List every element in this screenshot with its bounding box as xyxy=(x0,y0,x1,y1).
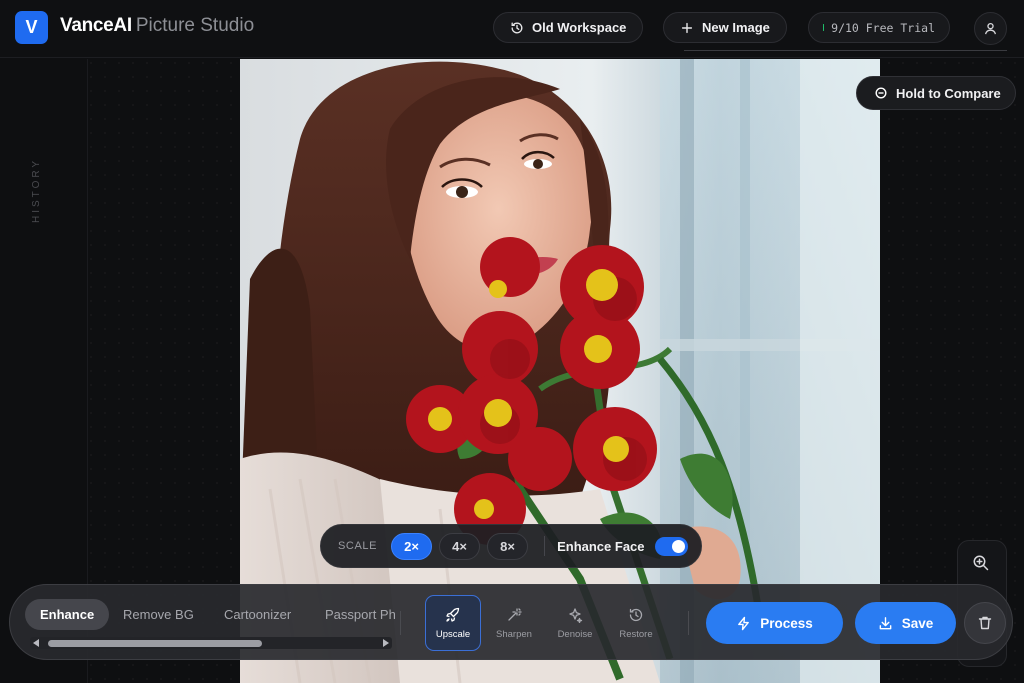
tab-cartoonizer[interactable]: Cartoonizer xyxy=(209,599,306,630)
brand-name: VanceAI xyxy=(60,15,132,36)
delete-button[interactable] xyxy=(964,602,1006,644)
rocket-icon xyxy=(446,607,460,622)
save-label: Save xyxy=(901,615,934,631)
download-icon xyxy=(879,616,892,629)
history-icon xyxy=(629,608,643,621)
new-image-label: New Image xyxy=(702,20,770,35)
tool-restore-label: Restore xyxy=(619,628,653,640)
tool-denoise-label: Denoise xyxy=(557,628,593,640)
tab-passport-photo[interactable]: Passport Photo xyxy=(310,599,395,630)
top-bar: V VanceAI Picture Studio Old Workspace Ne… xyxy=(0,0,1024,58)
scale-label: SCALE xyxy=(338,540,378,552)
zoom-in-icon xyxy=(973,555,989,571)
sparkle-icon xyxy=(569,607,583,623)
toggle-knob xyxy=(671,539,685,553)
history-icon xyxy=(511,22,523,33)
app-root: V VanceAI Picture Studio Old Workspace Ne… xyxy=(0,0,1024,683)
history-label: HISTORY xyxy=(31,157,42,223)
free-trial-badge[interactable]: 9/10 Free Trial xyxy=(808,12,950,43)
zoom-in-button[interactable] xyxy=(972,554,990,577)
tool-upscale-label: Upscale xyxy=(435,628,471,640)
scale-bar: SCALE 2× 4× 8× Enhance Face xyxy=(320,524,702,568)
tool-denoise[interactable]: Denoise xyxy=(547,595,603,651)
old-workspace-label: Old Workspace xyxy=(532,20,627,35)
tabs-scrollbar[interactable] xyxy=(30,637,392,649)
feature-tabs: Enhance Remove BG Cartoonizer Passport P… xyxy=(25,595,395,635)
save-button[interactable]: Save xyxy=(855,602,956,644)
toolbar-divider xyxy=(400,611,401,635)
user-avatar-button[interactable] xyxy=(974,12,1007,45)
scale-2x-button[interactable]: 2× xyxy=(391,532,433,560)
scale-4x-button[interactable]: 4× xyxy=(439,532,481,560)
header-divider xyxy=(684,50,1007,51)
scroll-left-arrow[interactable] xyxy=(33,639,39,647)
tab-remove-bg[interactable]: Remove BG xyxy=(108,599,209,630)
tab-enhance[interactable]: Enhance xyxy=(25,599,110,630)
enhance-face-label: Enhance Face xyxy=(557,538,645,554)
brand-title: VanceAI Picture Studio xyxy=(60,15,254,37)
toolbar-divider xyxy=(688,611,689,635)
magic-wand-icon xyxy=(508,607,522,621)
plus-icon xyxy=(681,22,693,33)
tool-upscale[interactable]: Upscale xyxy=(425,595,481,651)
brand-product: Picture Studio xyxy=(135,15,255,36)
process-label: Process xyxy=(760,615,813,631)
process-button[interactable]: Process xyxy=(706,602,843,644)
trash-icon xyxy=(978,616,992,630)
scrollbar-thumb[interactable] xyxy=(48,640,262,647)
free-trial-label: 9/10 Free Trial xyxy=(831,20,935,35)
hold-to-compare-button[interactable]: Hold to Compare xyxy=(856,76,1016,110)
scale-divider xyxy=(544,536,546,556)
bottom-toolbar: Enhance Remove BG Cartoonizer Passport P… xyxy=(9,584,1013,660)
compare-icon xyxy=(875,87,887,99)
scroll-right-arrow[interactable] xyxy=(383,639,389,647)
enhance-face-toggle[interactable] xyxy=(654,536,688,556)
tool-sharpen[interactable]: Sharpen xyxy=(486,595,542,651)
new-image-button[interactable]: New Image xyxy=(663,12,787,43)
tool-sharpen-label: Sharpen xyxy=(496,628,532,640)
logo[interactable]: V xyxy=(15,11,48,44)
lightning-icon xyxy=(738,616,750,630)
tool-restore[interactable]: Restore xyxy=(608,595,664,651)
user-icon xyxy=(984,22,997,35)
old-workspace-button[interactable]: Old Workspace xyxy=(493,12,644,43)
hold-to-compare-label: Hold to Compare xyxy=(896,85,1001,101)
scale-8x-button[interactable]: 8× xyxy=(487,532,529,560)
